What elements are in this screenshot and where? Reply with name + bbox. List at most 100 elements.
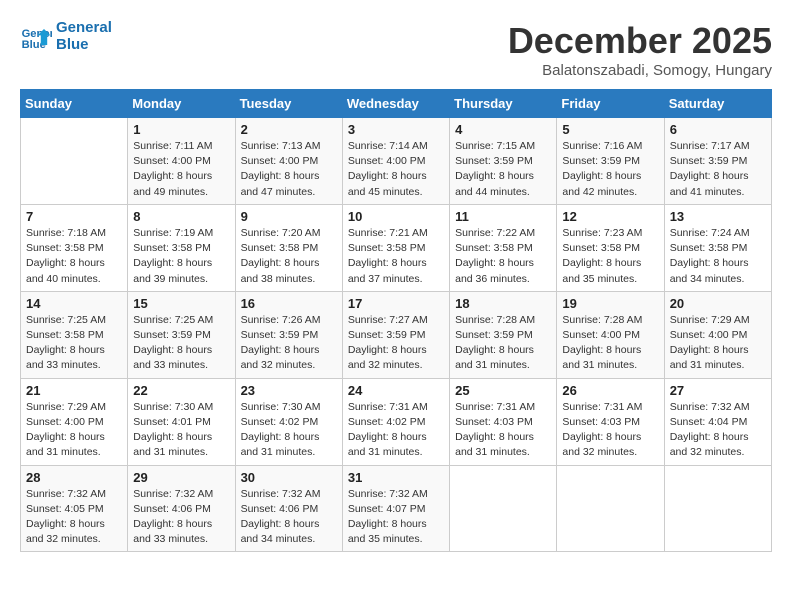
day-number: 6: [670, 122, 766, 137]
day-info: Sunrise: 7:28 AMSunset: 3:59 PMDaylight:…: [455, 313, 551, 374]
calendar-cell: 2Sunrise: 7:13 AMSunset: 4:00 PMDaylight…: [235, 118, 342, 205]
day-info: Sunrise: 7:32 AMSunset: 4:04 PMDaylight:…: [670, 400, 766, 461]
page-header: General Blue General Blue December 2025 …: [20, 20, 772, 79]
day-info: Sunrise: 7:27 AMSunset: 3:59 PMDaylight:…: [348, 313, 444, 374]
calendar-cell: [21, 118, 128, 205]
day-info: Sunrise: 7:16 AMSunset: 3:59 PMDaylight:…: [562, 139, 658, 200]
day-number: 30: [241, 470, 337, 485]
column-header-monday: Monday: [128, 90, 235, 118]
calendar-cell: 18 Sunrise: 7:28 AMSunset: 3:59 PMDayligh…: [450, 291, 557, 378]
column-header-friday: Friday: [557, 90, 664, 118]
day-number: 11: [455, 209, 551, 224]
day-info: Sunrise: 7:26 AMSunset: 3:59 PMDaylight:…: [241, 313, 337, 374]
calendar-cell: 20 Sunrise: 7:29 AMSunset: 4:00 PMDayligh…: [664, 291, 771, 378]
calendar-cell: 8Sunrise: 7:19 AMSunset: 3:58 PMDaylight…: [128, 204, 235, 291]
day-info: Sunrise: 7:29 AMSunset: 4:00 PMDaylight:…: [26, 400, 122, 461]
calendar-cell: 25 Sunrise: 7:31 AMSunset: 4:03 PMDayligh…: [450, 378, 557, 465]
calendar-cell: 10 Sunrise: 7:21 AMSunset: 3:58 PMDayligh…: [342, 204, 449, 291]
day-info: Sunrise: 7:20 AMSunset: 3:58 PMDaylight:…: [241, 226, 337, 287]
day-info: Sunrise: 7:25 AMSunset: 3:59 PMDaylight:…: [133, 313, 229, 374]
calendar-cell: 9Sunrise: 7:20 AMSunset: 3:58 PMDaylight…: [235, 204, 342, 291]
day-info: Sunrise: 7:31 AMSunset: 4:03 PMDaylight:…: [562, 400, 658, 461]
calendar-cell: 29 Sunrise: 7:32 AMSunset: 4:06 PMDayligh…: [128, 465, 235, 552]
day-number: 20: [670, 296, 766, 311]
month-title: December 2025: [508, 20, 772, 62]
calendar-cell: 28 Sunrise: 7:32 AMSunset: 4:05 PMDayligh…: [21, 465, 128, 552]
calendar-cell: 24 Sunrise: 7:31 AMSunset: 4:02 PMDayligh…: [342, 378, 449, 465]
calendar-cell: 26 Sunrise: 7:31 AMSunset: 4:03 PMDayligh…: [557, 378, 664, 465]
logo-icon: General Blue: [20, 21, 52, 53]
day-info: Sunrise: 7:31 AMSunset: 4:02 PMDaylight:…: [348, 400, 444, 461]
day-number: 22: [133, 383, 229, 398]
day-number: 17: [348, 296, 444, 311]
day-info: Sunrise: 7:32 AMSunset: 4:05 PMDaylight:…: [26, 487, 122, 548]
week-row-3: 14Sunrise: 7:25 AMSunset: 3:58 PMDayligh…: [21, 291, 772, 378]
calendar-cell: 23 Sunrise: 7:30 AMSunset: 4:02 PMDayligh…: [235, 378, 342, 465]
day-info: Sunrise: 7:32 AMSunset: 4:07 PMDaylight:…: [348, 487, 444, 548]
calendar-cell: 27 Sunrise: 7:32 AMSunset: 4:04 PMDayligh…: [664, 378, 771, 465]
day-number: 3: [348, 122, 444, 137]
day-number: 24: [348, 383, 444, 398]
logo-line2: Blue: [56, 37, 112, 54]
day-info: Sunrise: 7:11 AMSunset: 4:00 PMDaylight:…: [133, 139, 229, 200]
calendar-cell: 11 Sunrise: 7:22 AMSunset: 3:58 PMDayligh…: [450, 204, 557, 291]
day-number: 16: [241, 296, 337, 311]
calendar-table: SundayMondayTuesdayWednesdayThursdayFrid…: [20, 89, 772, 552]
calendar-cell: 3 Sunrise: 7:14 AMSunset: 4:00 PMDaylight…: [342, 118, 449, 205]
day-number: 25: [455, 383, 551, 398]
day-info: Sunrise: 7:13 AMSunset: 4:00 PMDaylight:…: [241, 139, 337, 200]
day-info: Sunrise: 7:31 AMSunset: 4:03 PMDaylight:…: [455, 400, 551, 461]
day-number: 26: [562, 383, 658, 398]
header-row: SundayMondayTuesdayWednesdayThursdayFrid…: [21, 90, 772, 118]
calendar-cell: 7 Sunrise: 7:18 AMSunset: 3:58 PMDaylight…: [21, 204, 128, 291]
day-info: Sunrise: 7:30 AMSunset: 4:02 PMDaylight:…: [241, 400, 337, 461]
day-info: Sunrise: 7:15 AMSunset: 3:59 PMDaylight:…: [455, 139, 551, 200]
calendar-cell: 22Sunrise: 7:30 AMSunset: 4:01 PMDayligh…: [128, 378, 235, 465]
calendar-cell: 6 Sunrise: 7:17 AMSunset: 3:59 PMDaylight…: [664, 118, 771, 205]
calendar-cell: 5Sunrise: 7:16 AMSunset: 3:59 PMDaylight…: [557, 118, 664, 205]
day-number: 31: [348, 470, 444, 485]
calendar-cell: 16 Sunrise: 7:26 AMSunset: 3:59 PMDayligh…: [235, 291, 342, 378]
column-header-saturday: Saturday: [664, 90, 771, 118]
week-row-1: 1 Sunrise: 7:11 AMSunset: 4:00 PMDaylight…: [21, 118, 772, 205]
day-number: 23: [241, 383, 337, 398]
calendar-cell: 14Sunrise: 7:25 AMSunset: 3:58 PMDayligh…: [21, 291, 128, 378]
day-info: Sunrise: 7:25 AMSunset: 3:58 PMDaylight:…: [26, 313, 122, 374]
column-header-tuesday: Tuesday: [235, 90, 342, 118]
logo-line1: General: [56, 20, 112, 37]
day-info: Sunrise: 7:21 AMSunset: 3:58 PMDaylight:…: [348, 226, 444, 287]
day-number: 13: [670, 209, 766, 224]
day-number: 27: [670, 383, 766, 398]
column-header-sunday: Sunday: [21, 90, 128, 118]
day-number: 18: [455, 296, 551, 311]
column-header-thursday: Thursday: [450, 90, 557, 118]
week-row-2: 7 Sunrise: 7:18 AMSunset: 3:58 PMDaylight…: [21, 204, 772, 291]
day-info: Sunrise: 7:29 AMSunset: 4:00 PMDaylight:…: [670, 313, 766, 374]
day-info: Sunrise: 7:14 AMSunset: 4:00 PMDaylight:…: [348, 139, 444, 200]
day-info: Sunrise: 7:18 AMSunset: 3:58 PMDaylight:…: [26, 226, 122, 287]
calendar-cell: 21 Sunrise: 7:29 AMSunset: 4:00 PMDayligh…: [21, 378, 128, 465]
location-subtitle: Balatonszabadi, Somogy, Hungary: [508, 62, 772, 79]
day-number: 4: [455, 122, 551, 137]
calendar-cell: 17 Sunrise: 7:27 AMSunset: 3:59 PMDayligh…: [342, 291, 449, 378]
day-number: 29: [133, 470, 229, 485]
day-info: Sunrise: 7:32 AMSunset: 4:06 PMDaylight:…: [133, 487, 229, 548]
day-info: Sunrise: 7:23 AMSunset: 3:58 PMDaylight:…: [562, 226, 658, 287]
calendar-cell: [664, 465, 771, 552]
day-info: Sunrise: 7:17 AMSunset: 3:59 PMDaylight:…: [670, 139, 766, 200]
title-block: December 2025 Balatonszabadi, Somogy, Hu…: [508, 20, 772, 79]
calendar-cell: 19Sunrise: 7:28 AMSunset: 4:00 PMDayligh…: [557, 291, 664, 378]
calendar-cell: 1 Sunrise: 7:11 AMSunset: 4:00 PMDaylight…: [128, 118, 235, 205]
day-number: 10: [348, 209, 444, 224]
calendar-cell: 4 Sunrise: 7:15 AMSunset: 3:59 PMDaylight…: [450, 118, 557, 205]
calendar-cell: 31 Sunrise: 7:32 AMSunset: 4:07 PMDayligh…: [342, 465, 449, 552]
day-info: Sunrise: 7:28 AMSunset: 4:00 PMDaylight:…: [562, 313, 658, 374]
day-number: 7: [26, 209, 122, 224]
day-number: 8: [133, 209, 229, 224]
day-info: Sunrise: 7:32 AMSunset: 4:06 PMDaylight:…: [241, 487, 337, 548]
day-info: Sunrise: 7:22 AMSunset: 3:58 PMDaylight:…: [455, 226, 551, 287]
day-number: 1: [133, 122, 229, 137]
day-number: 21: [26, 383, 122, 398]
day-number: 28: [26, 470, 122, 485]
day-number: 12: [562, 209, 658, 224]
